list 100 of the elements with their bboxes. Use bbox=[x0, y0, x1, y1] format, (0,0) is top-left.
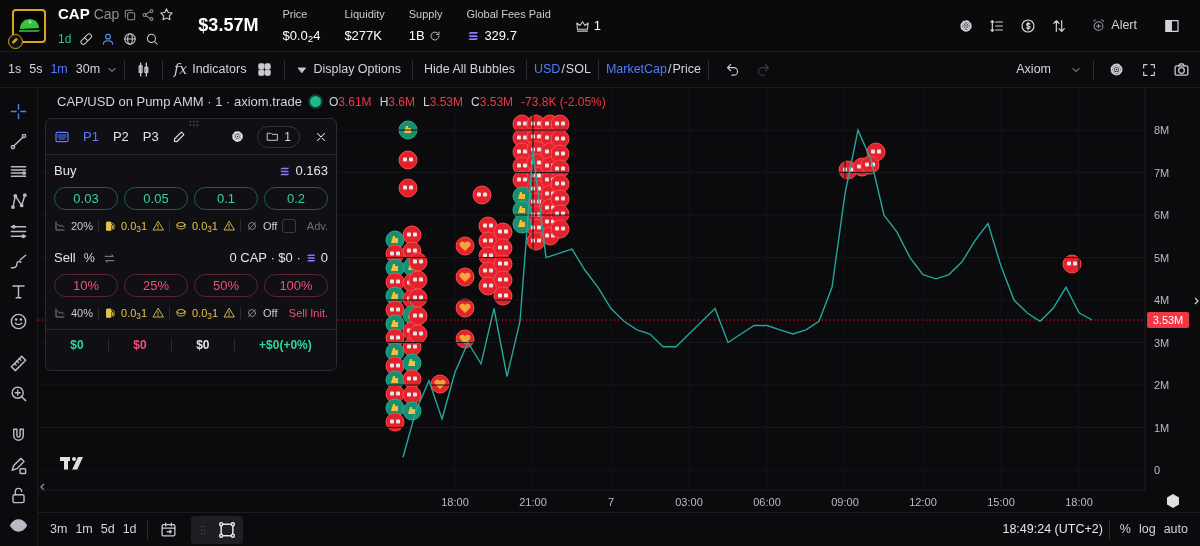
star-icon[interactable] bbox=[159, 7, 175, 22]
timeframe-tab[interactable]: 1s bbox=[4, 57, 26, 82]
select-area-icon[interactable] bbox=[216, 519, 237, 540]
trade-bubble bbox=[398, 120, 418, 140]
priority-fee-value: 0.0$_{3}$1 bbox=[121, 218, 147, 235]
toggle-option[interactable]: USD bbox=[532, 57, 562, 82]
stat-value: 329.7 bbox=[484, 27, 517, 45]
settings-icon[interactable] bbox=[1108, 61, 1125, 78]
total-value: $0 bbox=[132, 336, 148, 354]
link-icon[interactable] bbox=[79, 31, 94, 46]
range-button[interactable]: 3m bbox=[46, 517, 72, 542]
preset-tab[interactable]: P2 bbox=[107, 124, 134, 149]
copy-icon[interactable] bbox=[123, 7, 138, 22]
time-axis-label: 18:00 bbox=[441, 496, 469, 508]
unit-toggle[interactable]: % bbox=[81, 248, 97, 268]
holders-count: 1 bbox=[593, 16, 601, 35]
share-icon[interactable] bbox=[141, 7, 156, 22]
swap-icon[interactable] bbox=[102, 251, 116, 265]
refresh-icon[interactable] bbox=[428, 29, 441, 42]
trade-bubble bbox=[455, 236, 475, 256]
dollar-circle-icon[interactable] bbox=[1020, 17, 1037, 34]
time-axis-label: 06:00 bbox=[753, 496, 781, 508]
preset-tab[interactable]: P1 bbox=[78, 124, 104, 149]
mev-value: Off bbox=[262, 218, 278, 234]
crown-icon bbox=[574, 18, 590, 33]
brush-icon[interactable] bbox=[9, 252, 28, 271]
hexagon-icon[interactable] bbox=[1167, 494, 1179, 508]
search-icon[interactable] bbox=[145, 31, 160, 46]
lock-icon[interactable] bbox=[9, 486, 28, 505]
ruler-icon[interactable] bbox=[9, 354, 28, 373]
layout-grid-icon[interactable] bbox=[257, 62, 273, 77]
camera-icon[interactable] bbox=[1173, 61, 1190, 78]
time-axis-label: 18:00 bbox=[1065, 496, 1093, 508]
price-axis-label: 5M bbox=[1154, 251, 1170, 264]
timeframe-tab[interactable]: 1m bbox=[46, 57, 72, 82]
chevron-left-icon[interactable] bbox=[40, 483, 45, 491]
scale-option[interactable]: log bbox=[1134, 517, 1160, 542]
undo-icon[interactable] bbox=[725, 62, 740, 77]
toggle-option[interactable]: Price bbox=[671, 57, 702, 82]
bribe-value: 0.0$_{3}$1 bbox=[191, 218, 218, 235]
zoom-in-icon[interactable] bbox=[9, 384, 28, 403]
fib-levels-icon[interactable] bbox=[9, 222, 28, 241]
sol-icon bbox=[304, 252, 317, 264]
slippage-icon bbox=[54, 220, 66, 232]
display-options-button[interactable]: Display Options bbox=[291, 57, 406, 82]
section-label: Sell bbox=[54, 249, 76, 268]
sell-init-link[interactable]: Sell Init. bbox=[288, 304, 328, 322]
source-dropdown[interactable]: Axiom bbox=[1011, 57, 1087, 82]
chevron-right-icon[interactable] bbox=[1194, 297, 1199, 305]
token-name: Cap bbox=[93, 5, 120, 24]
market-cap-value: $3.57M bbox=[198, 14, 259, 37]
crosshair-icon[interactable] bbox=[9, 102, 28, 121]
indicators-button[interactable]: fx Indicators bbox=[169, 56, 252, 83]
trade-bubble bbox=[430, 374, 450, 394]
price-axis-label: 0 bbox=[1154, 464, 1161, 477]
trade-bubble bbox=[455, 298, 475, 318]
range-button[interactable]: 1m bbox=[71, 517, 97, 542]
trade-bubble bbox=[493, 238, 513, 258]
panel-toggle-icon[interactable] bbox=[1164, 17, 1180, 34]
range-button[interactable]: 5d bbox=[96, 517, 119, 542]
folder-icon bbox=[266, 130, 280, 143]
settings-icon[interactable] bbox=[230, 129, 246, 144]
scale-option[interactable]: auto bbox=[1159, 517, 1192, 542]
hide-bubbles-button[interactable]: Hide All Bubbles bbox=[418, 57, 520, 82]
scale-option[interactable]: % bbox=[1115, 517, 1135, 542]
time-axis-label: 09:00 bbox=[831, 496, 859, 508]
smiley-icon[interactable] bbox=[9, 312, 28, 331]
trend-line-icon[interactable] bbox=[9, 132, 28, 151]
price-axis-label: 3M bbox=[1154, 336, 1170, 349]
holdings-text: 0 CAP · $0 · bbox=[229, 249, 301, 268]
price-axis-label: 7M bbox=[1154, 166, 1170, 179]
alert-button[interactable]: Alert bbox=[1086, 13, 1142, 38]
edit-icon[interactable] bbox=[171, 129, 187, 144]
settings-icon[interactable] bbox=[958, 17, 975, 34]
checkbox[interactable] bbox=[282, 219, 296, 233]
timeframe-tab[interactable]: 30m bbox=[71, 57, 105, 82]
slippage-value: 40% bbox=[71, 305, 94, 321]
token-age: 1d bbox=[58, 30, 72, 48]
sort-list-icon[interactable] bbox=[989, 17, 1006, 34]
fullscreen-icon[interactable] bbox=[1141, 61, 1157, 78]
range-button[interactable]: 1d bbox=[118, 517, 141, 542]
preset-tab[interactable]: P3 bbox=[137, 124, 164, 149]
empty-set-icon bbox=[246, 307, 259, 319]
up-down-arrows-icon[interactable] bbox=[1051, 17, 1068, 34]
toggle-option[interactable]: MarketCap bbox=[604, 57, 668, 82]
person-icon[interactable] bbox=[101, 31, 116, 46]
text-tool-icon[interactable] bbox=[9, 282, 28, 301]
stat-value: $0.0$_{2}$4 bbox=[282, 27, 321, 46]
slippage-value: 20% bbox=[71, 218, 94, 234]
ohlc-value: L3.53M bbox=[423, 93, 464, 111]
pattern-icon[interactable] bbox=[9, 192, 28, 211]
globe-icon[interactable] bbox=[123, 31, 138, 46]
timeframe-tab[interactable]: 5s bbox=[25, 57, 47, 82]
trade-bubble bbox=[455, 267, 475, 287]
calendar-icon[interactable] bbox=[159, 521, 177, 538]
toggle-option[interactable]: SOL bbox=[564, 57, 592, 82]
eye-icon[interactable] bbox=[9, 516, 28, 535]
lock-drawing-icon[interactable] bbox=[9, 456, 28, 475]
warning-icon bbox=[152, 307, 165, 319]
last-price-tag: 3.53M bbox=[1147, 312, 1189, 328]
